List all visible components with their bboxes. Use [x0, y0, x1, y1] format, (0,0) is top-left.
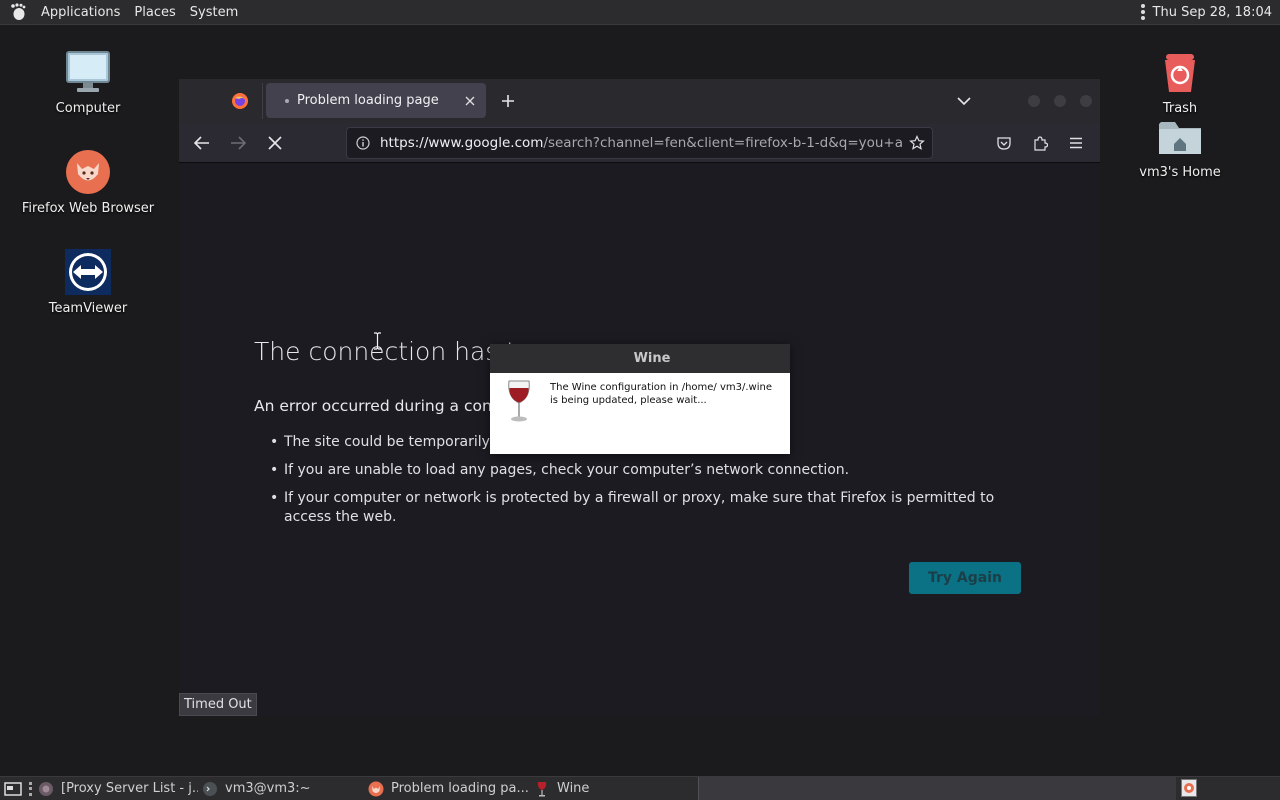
desktop-icon-label: Firefox Web Browser — [21, 201, 155, 216]
bookmark-star-icon[interactable] — [902, 128, 932, 158]
error-title: The connection has t — [254, 337, 517, 366]
applications-menu[interactable]: Applications — [34, 0, 127, 25]
places-menu[interactable]: Places — [127, 0, 182, 25]
desktop-icon-trash[interactable]: Trash — [1110, 48, 1250, 116]
list-all-tabs-chevron-down-icon[interactable] — [953, 90, 975, 112]
tray-applet-icon[interactable] — [1181, 779, 1197, 797]
url-domain: https://www.google.com — [380, 135, 544, 151]
taskbar-item-proxy-server-list[interactable]: [Proxy Server List - j... — [38, 778, 198, 800]
system-menu[interactable]: System — [183, 0, 245, 25]
close-window-icon[interactable] — [1080, 95, 1092, 107]
taskbar-item-terminal[interactable]: vm3@vm3:~ — [202, 778, 368, 800]
show-desktop-icon[interactable] — [2, 779, 24, 799]
tab-separator — [262, 83, 263, 119]
tab-title: Problem loading page — [297, 93, 439, 108]
wine-glass-icon — [506, 379, 532, 429]
trash-icon — [1156, 48, 1204, 96]
wine-dialog-title[interactable]: Wine — [490, 344, 790, 373]
desktop-icon-computer[interactable]: Computer — [18, 48, 158, 116]
panel-handle-icon[interactable] — [1140, 4, 1145, 20]
gnome-foot-icon[interactable] — [9, 3, 27, 21]
status-panel: Timed Out — [179, 693, 257, 716]
wine-dialog-body: The Wine configuration in /home/ vm3/.wi… — [490, 373, 790, 454]
wine-dialog: Wine The Wine configuration in /home/ vm… — [490, 344, 790, 454]
close-tab-icon[interactable] — [458, 89, 482, 113]
terminal-icon — [202, 781, 218, 797]
desktop-icon-home[interactable]: vm3's Home — [1110, 112, 1250, 180]
error-subtitle: An error occurred during a conn — [254, 397, 502, 415]
workspace-switcher[interactable] — [698, 777, 1176, 800]
taskbar-item-label: Wine — [557, 781, 590, 796]
desktop-icon-label: Computer — [55, 101, 121, 116]
tab-problem-loading[interactable]: Problem loading page — [266, 83, 486, 118]
url-bar[interactable]: https://www.google.com/search?channel=fe… — [346, 127, 933, 159]
taskbar-item-label: vm3@vm3:~ — [225, 781, 311, 796]
teamviewer-icon — [64, 248, 112, 296]
taskbar-item-firefox[interactable]: Problem loading pa... — [368, 778, 534, 800]
url-text[interactable]: https://www.google.com/search?channel=fe… — [380, 135, 902, 151]
home-folder-icon — [1156, 112, 1204, 160]
forward-arrow-icon[interactable] — [224, 129, 252, 157]
stop-loading-x-icon[interactable] — [261, 129, 289, 157]
try-again-button[interactable]: Try Again — [909, 562, 1021, 594]
desktop-icon-firefox[interactable]: Firefox Web Browser — [18, 148, 158, 216]
wine-dialog-message: The Wine configuration in /home/ vm3/.wi… — [550, 382, 772, 406]
desktop-icon-label: TeamViewer — [48, 301, 128, 316]
top-panel: Applications Places System Thu Sep 28, 1… — [0, 0, 1280, 25]
url-path: /search?channel=fen&client=firefox-b-1-d… — [543, 135, 902, 151]
clock[interactable]: Thu Sep 28, 18:04 — [1153, 5, 1272, 20]
proxy-app-icon — [38, 781, 54, 797]
firefox-view-icon[interactable] — [223, 89, 257, 113]
list-item: If your computer or network is protected… — [270, 489, 1030, 527]
desktop-icon-teamviewer[interactable]: TeamViewer — [18, 248, 158, 316]
pocket-icon[interactable] — [990, 129, 1018, 157]
new-tab-plus-icon[interactable] — [497, 90, 519, 112]
tab-bar: Problem loading page — [179, 79, 1100, 123]
computer-monitor-icon — [64, 48, 112, 96]
tab-loading-dot-icon — [285, 98, 289, 103]
taskbar-item-label: Problem loading pa... — [391, 781, 529, 796]
navigation-toolbar: https://www.google.com/search?channel=fe… — [179, 123, 1100, 163]
taskbar-item-label: [Proxy Server List - j... — [61, 781, 198, 796]
hamburger-menu-icon[interactable] — [1062, 129, 1090, 157]
desktop-icon-label: vm3's Home — [1139, 165, 1221, 180]
firefox-icon — [64, 148, 112, 196]
minimize-window-icon[interactable] — [1028, 95, 1040, 107]
list-item: If you are unable to load any pages, che… — [270, 461, 1030, 480]
taskbar-handle-icon — [29, 781, 33, 796]
extensions-puzzle-icon[interactable] — [1026, 129, 1054, 157]
wine-glass-icon — [534, 781, 550, 797]
taskbar-item-wine[interactable]: Wine — [534, 778, 684, 800]
maximize-window-icon[interactable] — [1054, 95, 1066, 107]
bottom-taskbar: [Proxy Server List - j... vm3@vm3:~ Prob… — [0, 776, 1280, 800]
site-info-icon[interactable] — [348, 128, 378, 158]
firefox-icon — [368, 781, 384, 797]
i-beam-cursor-icon — [373, 332, 382, 354]
back-arrow-icon[interactable] — [188, 129, 216, 157]
